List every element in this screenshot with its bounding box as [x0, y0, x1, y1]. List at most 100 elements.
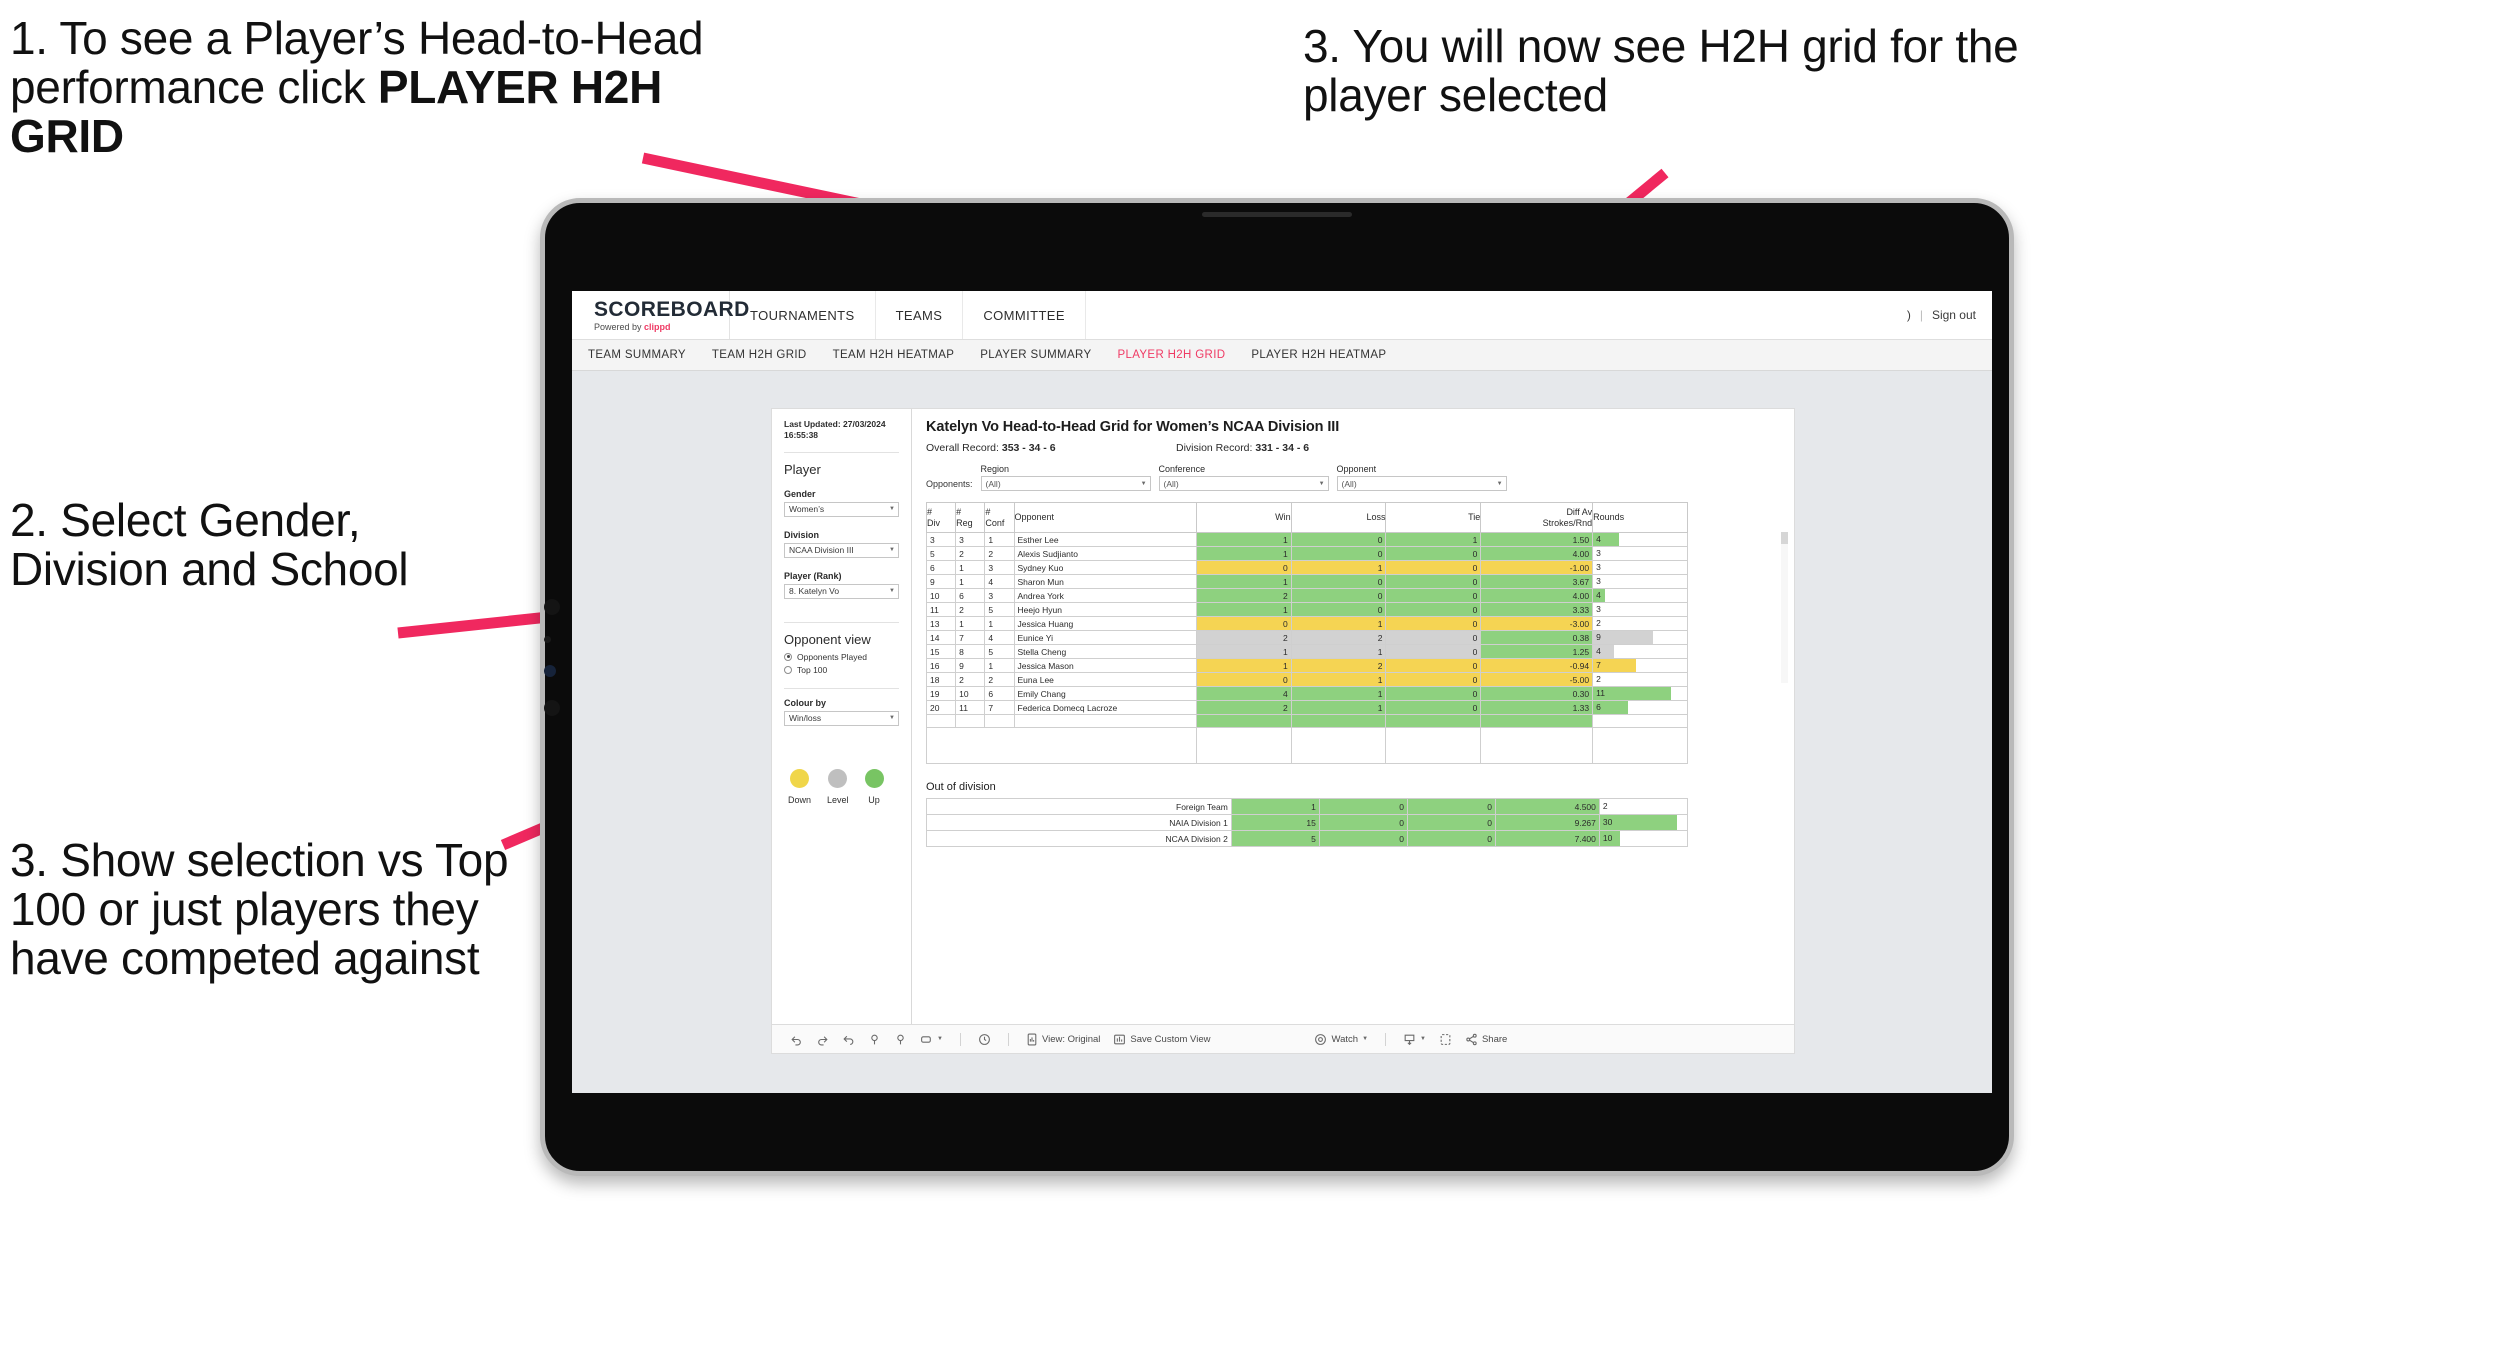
filter-opponent-select[interactable]: (All) ▼ [1336, 476, 1507, 491]
cell-tie: 0 [1385, 588, 1482, 603]
pause-icon[interactable] [894, 1033, 907, 1046]
out-of-division-row[interactable]: NCAA Division 2 5 0 0 7.400 10 [925, 830, 1689, 847]
division-record-value: 331 - 34 - 6 [1255, 442, 1310, 454]
cell-loss: 2 [1290, 658, 1387, 673]
zoom-dropdown-icon[interactable]: ▼ [920, 1034, 943, 1045]
division-record-label: Division Record: [1176, 442, 1256, 454]
col-diff-av-strokes[interactable]: Diff Av Strokes/Rnd [1480, 502, 1594, 533]
watch-button[interactable]: Watch ▼ [1314, 1033, 1368, 1046]
overall-record-label: Overall Record: [926, 442, 1002, 454]
cell-tie: 0 [1385, 560, 1482, 575]
col-win[interactable]: Win [1195, 502, 1292, 533]
cell-ood-diff: 4.500 [1495, 798, 1600, 815]
topnav-item-teams[interactable]: TEAMS [876, 291, 964, 339]
refresh-icon[interactable] [868, 1033, 881, 1046]
table-row[interactable]: 14 7 4 Eunice Yi 2 2 0 0.38 9 [925, 630, 1688, 645]
cell-div: 11 [925, 602, 957, 617]
legend-item-level: Level [827, 768, 849, 805]
table-row[interactable]: 11 2 5 Heejo Hyun 1 0 0 3.33 3 [925, 602, 1688, 617]
brand-logo[interactable]: SCOREBOARD Powered by clippd [572, 291, 750, 339]
table-row[interactable]: 10 6 3 Andrea York 2 0 0 4.00 4 [925, 588, 1688, 603]
col-reg[interactable]: # Reg [955, 502, 986, 533]
share-button[interactable]: Share [1465, 1033, 1507, 1046]
table-scrollbar-track[interactable] [1781, 532, 1788, 683]
radio-top-100[interactable]: Top 100 [784, 665, 899, 675]
revert-icon[interactable] [842, 1033, 855, 1046]
undo-icon[interactable] [790, 1033, 803, 1046]
table-row[interactable]: 9 1 4 Sharon Mun 1 0 0 3.67 3 [925, 574, 1688, 589]
table-scrollbar-thumb[interactable] [1781, 532, 1788, 544]
user-menu-icon[interactable]: ) [1907, 308, 1911, 322]
player-rank-select[interactable]: 8. Katelyn Vo ▼ [784, 583, 899, 599]
table-row[interactable]: 20 11 7 Federica Domecq Lacroze 2 1 0 1.33 6 [925, 700, 1688, 715]
brand-title: SCOREBOARD [594, 297, 750, 321]
col-conf[interactable]: # Conf [984, 502, 1015, 533]
cell-reg: 1 [955, 616, 986, 631]
table-row[interactable]: 15 8 5 Stella Cheng 1 1 0 1.25 4 [925, 644, 1688, 659]
cell-ood-win: 5 [1230, 830, 1320, 847]
table-row[interactable]: 16 9 1 Jessica Mason 1 2 0 -0.94 7 [925, 658, 1688, 673]
out-of-division-row[interactable]: Foreign Team 1 0 0 4.500 2 [925, 798, 1689, 815]
legend-item-down: Down [788, 768, 812, 805]
cell-conf: 1 [984, 532, 1015, 547]
gender-value: Women’s [789, 504, 825, 515]
filter-region-select[interactable]: (All) ▼ [980, 476, 1151, 491]
topnav-item-tournaments[interactable]: TOURNAMENTS [730, 291, 876, 339]
cell-diff: -0.94 [1480, 658, 1594, 673]
view-original-button[interactable]: View: Original [1026, 1033, 1100, 1046]
radio-opponents-played-label: Opponents Played [797, 651, 867, 662]
tab-player-h2h-grid[interactable]: PLAYER H2H GRID [1117, 349, 1225, 361]
h2h-table-body: 3 3 1 Esther Lee 1 0 1 1.50 4 5 2 2 Alexis Sudjianto… [925, 532, 1688, 764]
tab-player-summary[interactable]: PLAYER SUMMARY [980, 349, 1091, 361]
visualization-panel: Last Updated: 27/03/2024 16:55:38 Player… [772, 409, 1794, 1053]
cell-tie: 0 [1385, 672, 1482, 687]
out-of-division-row[interactable]: NAIA Division 1 15 0 0 9.267 30 [925, 814, 1689, 831]
table-row[interactable]: 19 10 6 Emily Chang 4 1 0 0.30 11 [925, 686, 1688, 701]
tab-team-summary[interactable]: TEAM SUMMARY [588, 349, 686, 361]
division-select[interactable]: NCAA Division III ▼ [784, 542, 899, 558]
tab-team-h2h-heatmap[interactable]: TEAM H2H HEATMAP [833, 349, 955, 361]
sign-out-link[interactable]: Sign out [1932, 308, 1976, 322]
tab-team-h2h-grid[interactable]: TEAM H2H GRID [712, 349, 807, 361]
screenshot-root: 1. To see a Player’s Head-to-Head perfor… [0, 0, 2512, 1352]
fullscreen-icon[interactable] [1439, 1033, 1452, 1046]
topnav-item-committee[interactable]: COMMITTEE [963, 291, 1086, 339]
cell-opponent: Euna Lee [1013, 672, 1197, 687]
gender-select[interactable]: Women’s ▼ [784, 501, 899, 517]
legend-label-down: Down [788, 794, 812, 805]
save-custom-view-button[interactable]: Save Custom View [1113, 1033, 1210, 1046]
app-tab-bar: TEAM SUMMARY TEAM H2H GRID TEAM H2H HEAT… [572, 340, 1992, 371]
cell-diff: -1.00 [1480, 560, 1594, 575]
table-row[interactable]: 6 1 3 Sydney Kuo 0 1 0 -1.00 3 [925, 560, 1688, 575]
download-icon[interactable]: ▼ [1403, 1033, 1426, 1046]
history-icon[interactable] [978, 1033, 991, 1046]
cell-loss: 1 [1290, 700, 1387, 715]
cell-conf: 4 [984, 630, 1015, 645]
table-row[interactable]: 5 2 2 Alexis Sudjianto 1 0 0 4.00 3 [925, 546, 1688, 561]
annotation-step-1: 1. To see a Player’s Head-to-Head perfor… [10, 13, 750, 162]
filter-conference-select[interactable]: (All) ▼ [1158, 476, 1329, 491]
colour-by-select[interactable]: Win/loss ▼ [784, 710, 899, 726]
annotation-step-3: 3. Show selection vs Top 100 or just pla… [10, 834, 509, 985]
table-row[interactable]: 18 2 2 Euna Lee 0 1 0 -5.00 2 [925, 672, 1688, 687]
radio-opponents-played[interactable]: Opponents Played [784, 652, 899, 662]
col-opponent[interactable]: Opponent [1013, 502, 1197, 533]
watch-label: Watch [1331, 1033, 1359, 1045]
cell-opponent: Jessica Mason [1013, 658, 1197, 673]
cell-div: 20 [925, 700, 957, 715]
col-rounds[interactable]: Rounds [1592, 502, 1688, 533]
cell-tie: 0 [1385, 574, 1482, 589]
col-div[interactable]: # Div [925, 502, 957, 533]
col-loss[interactable]: Loss [1290, 502, 1387, 533]
tab-player-h2h-heatmap[interactable]: PLAYER H2H HEATMAP [1251, 349, 1386, 361]
redo-icon[interactable] [816, 1033, 829, 1046]
table-row[interactable]: 3 3 1 Esther Lee 1 0 1 1.50 4 [925, 532, 1688, 547]
col-tie[interactable]: Tie [1385, 502, 1482, 533]
toolbar-divider-2 [1007, 1032, 1009, 1046]
cell-ood-label: Foreign Team [1007, 798, 1232, 815]
table-row[interactable]: 13 1 1 Jessica Huang 0 1 0 -3.00 2 [925, 616, 1688, 631]
gender-label: Gender [784, 488, 816, 499]
cell-conf: 1 [984, 616, 1015, 631]
cell-win: 2 [1195, 588, 1292, 603]
cell-conf: 7 [984, 700, 1015, 715]
